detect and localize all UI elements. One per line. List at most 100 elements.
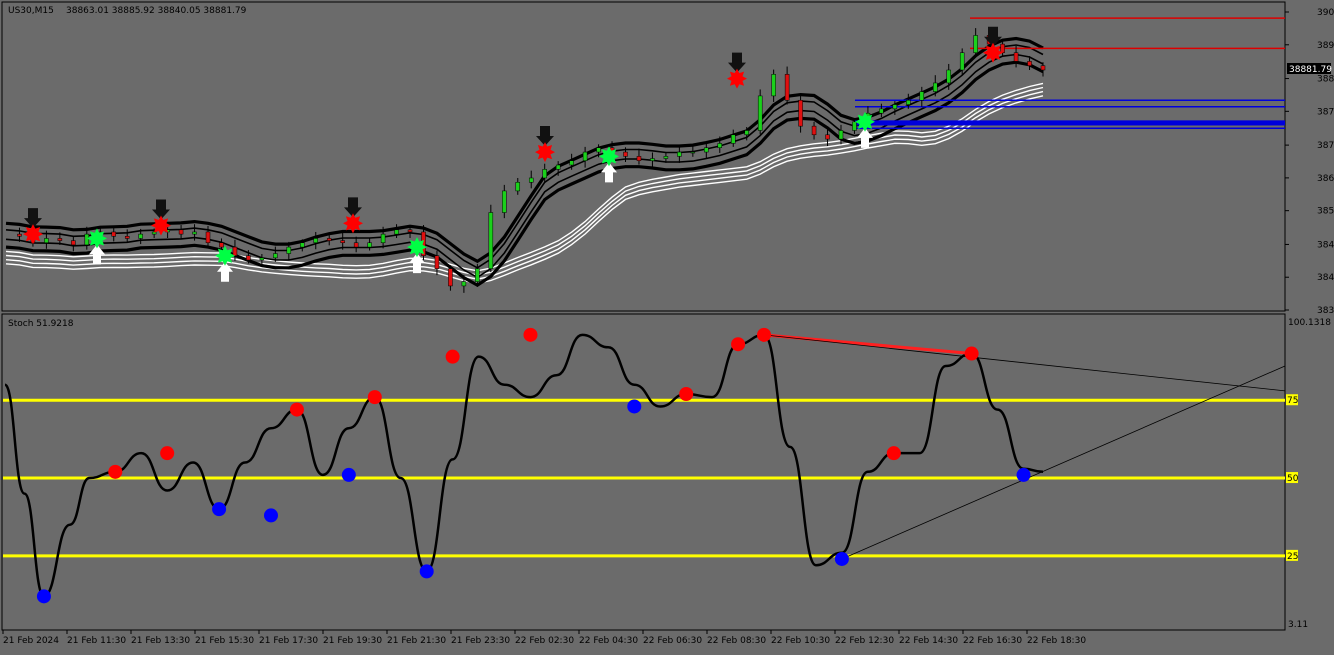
candle-body: [192, 231, 197, 235]
candle-body: [300, 242, 305, 248]
candle-body: [771, 74, 776, 97]
time-tick-label: 21 Feb 13:30: [131, 636, 190, 646]
stoch-trough-dot: [212, 502, 227, 517]
price-tick-label: 38784.30: [1317, 107, 1334, 117]
candle-body: [1013, 52, 1019, 62]
candle-body: [811, 125, 817, 136]
price-chart-svg: 39014.30 38938.40 38860.20 38784.30 38706.10…: [0, 0, 1334, 651]
candle-body: [798, 99, 803, 127]
candle-body: [178, 229, 184, 235]
candle-body: [124, 236, 130, 239]
candle-body: [380, 233, 386, 244]
candle-body: [528, 177, 534, 183]
stoch-trough-dot: [834, 551, 849, 566]
time-tick-label: 22 Feb 06:30: [643, 636, 702, 646]
candle-body: [515, 182, 521, 192]
stoch-peak-dot: [160, 446, 175, 461]
stoch-peak-dot: [523, 327, 538, 342]
candle-body: [677, 151, 682, 157]
chart-background: [0, 0, 1334, 651]
stoch-peak-dot: [886, 446, 901, 461]
time-tick-label: 21 Feb 21:30: [387, 636, 446, 646]
candle-body: [84, 233, 90, 246]
current-price-label: 38881.79: [1289, 65, 1332, 75]
candle-body: [906, 99, 911, 105]
stoch-peak-dot: [757, 327, 772, 342]
sell-signal-icon: [23, 224, 43, 245]
sell-signal-icon: [343, 213, 363, 234]
stoch-trough-dot: [36, 589, 51, 604]
candle-body: [434, 255, 440, 269]
price-tick-label: 38554.30: [1317, 207, 1334, 217]
time-tick-label: 22 Feb 12:30: [835, 636, 894, 646]
time-tick-label: 21 Feb 15:30: [195, 636, 254, 646]
candle-body: [57, 238, 63, 241]
candle-body: [367, 242, 372, 248]
stoch-trough-dot: [627, 399, 642, 414]
stoch-level-label: 50: [1287, 474, 1299, 484]
candle-body: [555, 164, 561, 170]
buy-signal-icon: [215, 245, 235, 266]
candle-body: [838, 130, 844, 140]
stoch-level-label: 25: [1287, 552, 1298, 562]
candle-body: [1000, 43, 1005, 53]
candle-body: [704, 147, 709, 153]
stoch-level-label: 75: [1287, 396, 1298, 406]
price-tick-label: 38938.40: [1317, 41, 1334, 51]
candle-body: [273, 253, 278, 259]
candle-body: [138, 233, 143, 239]
candle-body: [690, 151, 696, 154]
candle-body: [205, 231, 211, 244]
time-tick-label: 21 Feb 17:30: [259, 636, 318, 646]
stoch-min-label: 3.11: [1288, 620, 1308, 630]
candle-body: [353, 242, 359, 248]
candle-body: [326, 238, 332, 241]
candle-body: [623, 151, 628, 157]
candle-body: [286, 246, 292, 254]
candle-body: [394, 229, 399, 235]
stoch-peak-dot: [367, 390, 382, 405]
candle-body: [44, 238, 49, 244]
candle-body: [111, 231, 116, 237]
candle-body: [475, 268, 480, 282]
candle-body: [879, 108, 884, 114]
candle-body: [757, 95, 763, 131]
candle-body: [636, 156, 642, 161]
candle-body: [933, 82, 938, 92]
price-tick-label: 38860.20: [1317, 75, 1334, 85]
price-tick-label: 38706.10: [1317, 141, 1334, 151]
stoch-label: Stoch 51.9218: [8, 319, 74, 329]
ohlc-readout: 38863.01 38885.92 38840.05 38881.79: [66, 6, 247, 16]
price-tick-label: 38476.10: [1317, 240, 1334, 250]
candle-body: [784, 74, 790, 101]
price-tick-label: 38324.30: [1317, 306, 1334, 316]
candle-body: [717, 143, 723, 148]
stoch-trough-dot: [419, 564, 434, 579]
chart-root: 39014.30 38938.40 38860.20 38784.30 38706.10…: [0, 0, 1334, 651]
candle-body: [892, 104, 898, 110]
candle-body: [1040, 65, 1046, 71]
candle-body: [596, 147, 601, 153]
candle-body: [852, 121, 857, 131]
candle-body: [959, 52, 965, 71]
candle-body: [730, 134, 736, 144]
time-tick-label: 22 Feb 04:30: [579, 636, 638, 646]
candle-body: [232, 246, 238, 256]
time-tick-label: 22 Feb 10:30: [771, 636, 830, 646]
stoch-peak-dot: [964, 346, 979, 361]
stoch-max-label: 100.1318: [1288, 318, 1331, 328]
time-tick-label: 21 Feb 23:30: [451, 636, 510, 646]
candle-body: [461, 281, 467, 287]
candle-body: [582, 151, 588, 161]
candle-body: [919, 91, 925, 101]
price-tick-label: 38400.20: [1317, 273, 1334, 283]
stoch-trough-dot: [341, 467, 356, 482]
symbol-label: US30,M15: [8, 6, 54, 16]
candle-body: [488, 212, 494, 269]
candle-body: [744, 130, 749, 136]
candle-body: [650, 158, 655, 161]
time-tick-label: 22 Feb 18:30: [1027, 636, 1086, 646]
candle-body: [825, 134, 830, 140]
candle-body: [502, 190, 507, 213]
stoch-trough-dot: [1016, 467, 1031, 482]
